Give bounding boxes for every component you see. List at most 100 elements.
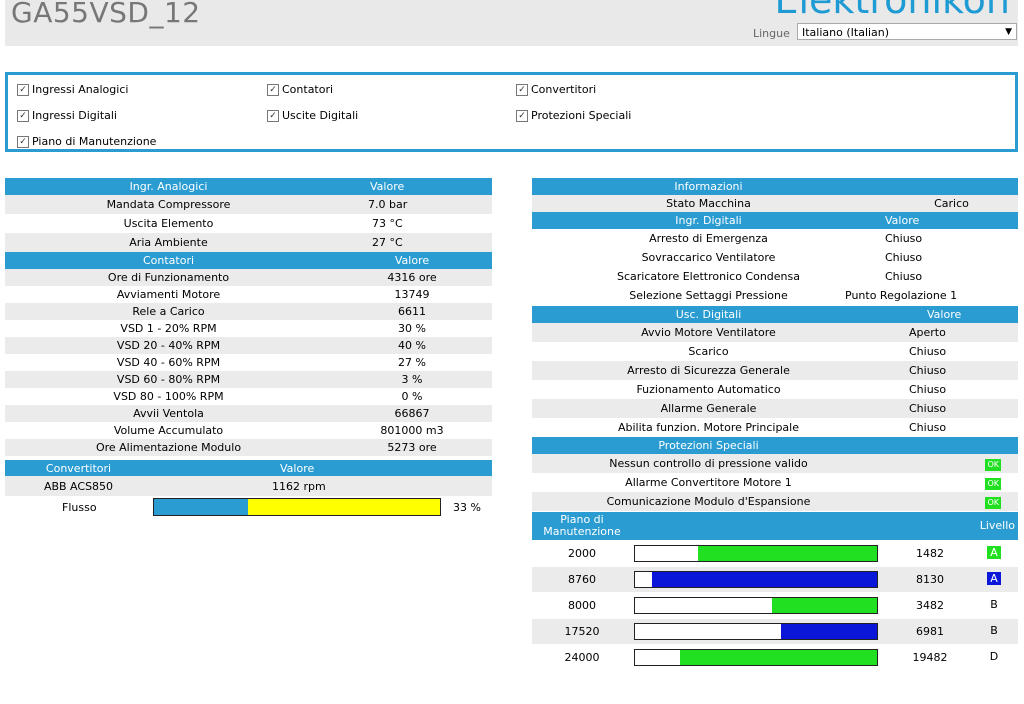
filter-label: Ingressi Digitali (32, 109, 117, 122)
checkbox-icon[interactable]: ✓ (17, 109, 29, 122)
table-header: Ingr. Digitali Valore (532, 212, 1018, 229)
maintenance-level-cell: B (979, 624, 1009, 637)
filter-maintenance-plan[interactable]: ✓ Piano di Manutenzione (17, 135, 156, 148)
table-row: Comunicazione Modulo d'Espansione OK (532, 492, 1018, 511)
header-cell (885, 178, 1018, 195)
table-row: Ore di Funzionamento 4316 ore (5, 269, 492, 286)
maintenance-level-cell: A (979, 572, 1009, 585)
row-value: Chiuso (885, 248, 1018, 267)
status-ok-badge: OK (985, 496, 1001, 509)
row-label: Sovraccarico Ventilatore (532, 248, 885, 267)
row-label: Scaricatore Elettronico Condensa (532, 267, 885, 286)
row-value: Punto Regolazione 1 (845, 286, 978, 305)
row-label: Ore di Funzionamento (5, 269, 332, 286)
row-label: Arresto di Emergenza (532, 229, 885, 248)
filter-digital-outputs[interactable]: ✓ Uscite Digitali (267, 109, 358, 122)
row-value: Chiuso (885, 380, 1018, 399)
table-row: Allarme Generale Chiuso (532, 399, 1018, 418)
table-row: Aria Ambiente 27 °C (5, 233, 492, 252)
table-row: Mandata Compressore 7.0 bar (5, 195, 492, 214)
table-row: Sovraccarico Ventilatore Chiuso (532, 248, 1018, 267)
checkbox-icon[interactable]: ✓ (516, 109, 528, 122)
table-row: Ore Alimentazione Modulo 5273 ore (5, 439, 492, 456)
header-cell: Ingr. Digitali (532, 212, 885, 229)
analog-counters-table: Ingr. Analogici Valore Mandata Compressor… (5, 178, 492, 456)
status-ok-badge: OK (985, 458, 1001, 471)
filter-label: Contatori (282, 83, 334, 96)
maintenance-row: 8000 3482 B (532, 593, 1018, 618)
language-select[interactable]: Italiano (Italian) ▼ (797, 23, 1017, 40)
maintenance-row: 2000 1482 A (532, 541, 1018, 566)
table-row: Fuzionamento Automatico Chiuso (532, 380, 1018, 399)
maintenance-level-header: Livello (979, 519, 1015, 532)
row-label: VSD 20 - 40% RPM (5, 337, 332, 354)
filter-counters[interactable]: ✓ Contatori (267, 83, 333, 96)
maintenance-level-cell: A (979, 546, 1009, 559)
maintenance-header: Piano di Manutenzione Livello (532, 512, 1018, 540)
row-value: 4316 ore (332, 269, 492, 286)
filter-converters[interactable]: ✓ Convertitori (516, 83, 596, 96)
filter-label: Piano di Manutenzione (32, 135, 157, 148)
maintenance-remaining: 8130 (916, 573, 944, 586)
row-label: Allarme Convertitore Motore 1 (532, 473, 885, 492)
filter-analog-inputs[interactable]: ✓ Ingressi Analogici (17, 83, 128, 96)
row-label: Abilita funzion. Motore Principale (532, 418, 885, 437)
table-header: Usc. Digitali Valore (532, 306, 1018, 323)
row-label: Fuzionamento Automatico (532, 380, 885, 399)
row-label: VSD 40 - 60% RPM (5, 354, 332, 371)
row-value: 7.0 bar (332, 195, 492, 214)
maintenance-progress-fill (652, 572, 877, 587)
row-value: Chiuso (885, 361, 1018, 380)
table-row: VSD 80 - 100% RPM 0 % (5, 388, 492, 405)
row-value: 5273 ore (332, 439, 492, 456)
table-header: Convertitori Valore (5, 460, 492, 476)
row-label: VSD 80 - 100% RPM (5, 388, 332, 405)
row-value: Chiuso (885, 229, 1018, 248)
row-label: Scarico (532, 342, 885, 361)
filter-label: Protezioni Speciali (531, 109, 632, 122)
dropdown-arrow-icon: ▼ (1005, 27, 1012, 37)
row-label: ABB ACS850 (5, 476, 152, 496)
table-row: Stato Macchina Carico (532, 195, 1018, 212)
row-value: 3 % (332, 371, 492, 388)
header-cell: Convertitori (5, 460, 152, 476)
checkbox-icon[interactable]: ✓ (516, 83, 528, 96)
info-table: Informazioni Stato Macchina Carico (532, 178, 1018, 212)
table-row: Abilita funzion. Motore Principale Chiuso (532, 418, 1018, 437)
checkbox-icon[interactable]: ✓ (267, 83, 279, 96)
table-row: Allarme Convertitore Motore 1 OK (532, 473, 1018, 492)
row-label: Volume Accumulato (5, 422, 332, 439)
row-value: Carico (885, 195, 1018, 212)
checkbox-icon[interactable]: ✓ (17, 83, 29, 96)
row-value: Chiuso (885, 399, 1018, 418)
checkbox-icon[interactable]: ✓ (267, 109, 279, 122)
protections-table: Protezioni Speciali Nessun controllo di … (532, 437, 1018, 511)
maintenance-row: 8760 8130 A (532, 567, 1018, 592)
maintenance-row: 17520 6981 B (532, 619, 1018, 644)
table-row: Selezione Settaggi Pressione Punto Regola… (532, 286, 1018, 305)
maintenance-level-badge: A (987, 546, 1001, 559)
maintenance-interval: 8760 (568, 573, 596, 586)
table-row: Arresto di Emergenza Chiuso (532, 229, 1018, 248)
header-cell: Ingr. Analogici (5, 178, 332, 195)
maintenance-progress-fill (698, 546, 877, 561)
row-label: Comunicazione Modulo d'Espansione (532, 492, 885, 511)
row-value: Chiuso (885, 418, 1018, 437)
table-header: Protezioni Speciali (532, 437, 1018, 454)
row-label: Avvio Motore Ventilatore (532, 323, 885, 342)
digital-outputs-table: Usc. Digitali Valore Avvio Motore Ventila… (532, 306, 1018, 437)
flow-value: 33 % (453, 501, 481, 514)
table-row: Avvio Motore Ventilatore Aperto (532, 323, 1018, 342)
checkbox-icon[interactable]: ✓ (17, 135, 29, 148)
row-value: 27 °C (332, 233, 492, 252)
row-value: 13749 (332, 286, 492, 303)
filter-special-protections[interactable]: ✓ Protezioni Speciali (516, 109, 631, 122)
maintenance-row: 24000 19482 D (532, 645, 1018, 670)
maintenance-progress-bar (634, 597, 878, 614)
table-header: Ingr. Analogici Valore (5, 178, 492, 195)
header-cell: Valore (885, 306, 1018, 323)
header-cell: Valore (332, 178, 492, 195)
filter-digital-inputs[interactable]: ✓ Ingressi Digitali (17, 109, 117, 122)
header-cell: Valore (332, 252, 492, 269)
header-cell: Protezioni Speciali (532, 437, 885, 454)
